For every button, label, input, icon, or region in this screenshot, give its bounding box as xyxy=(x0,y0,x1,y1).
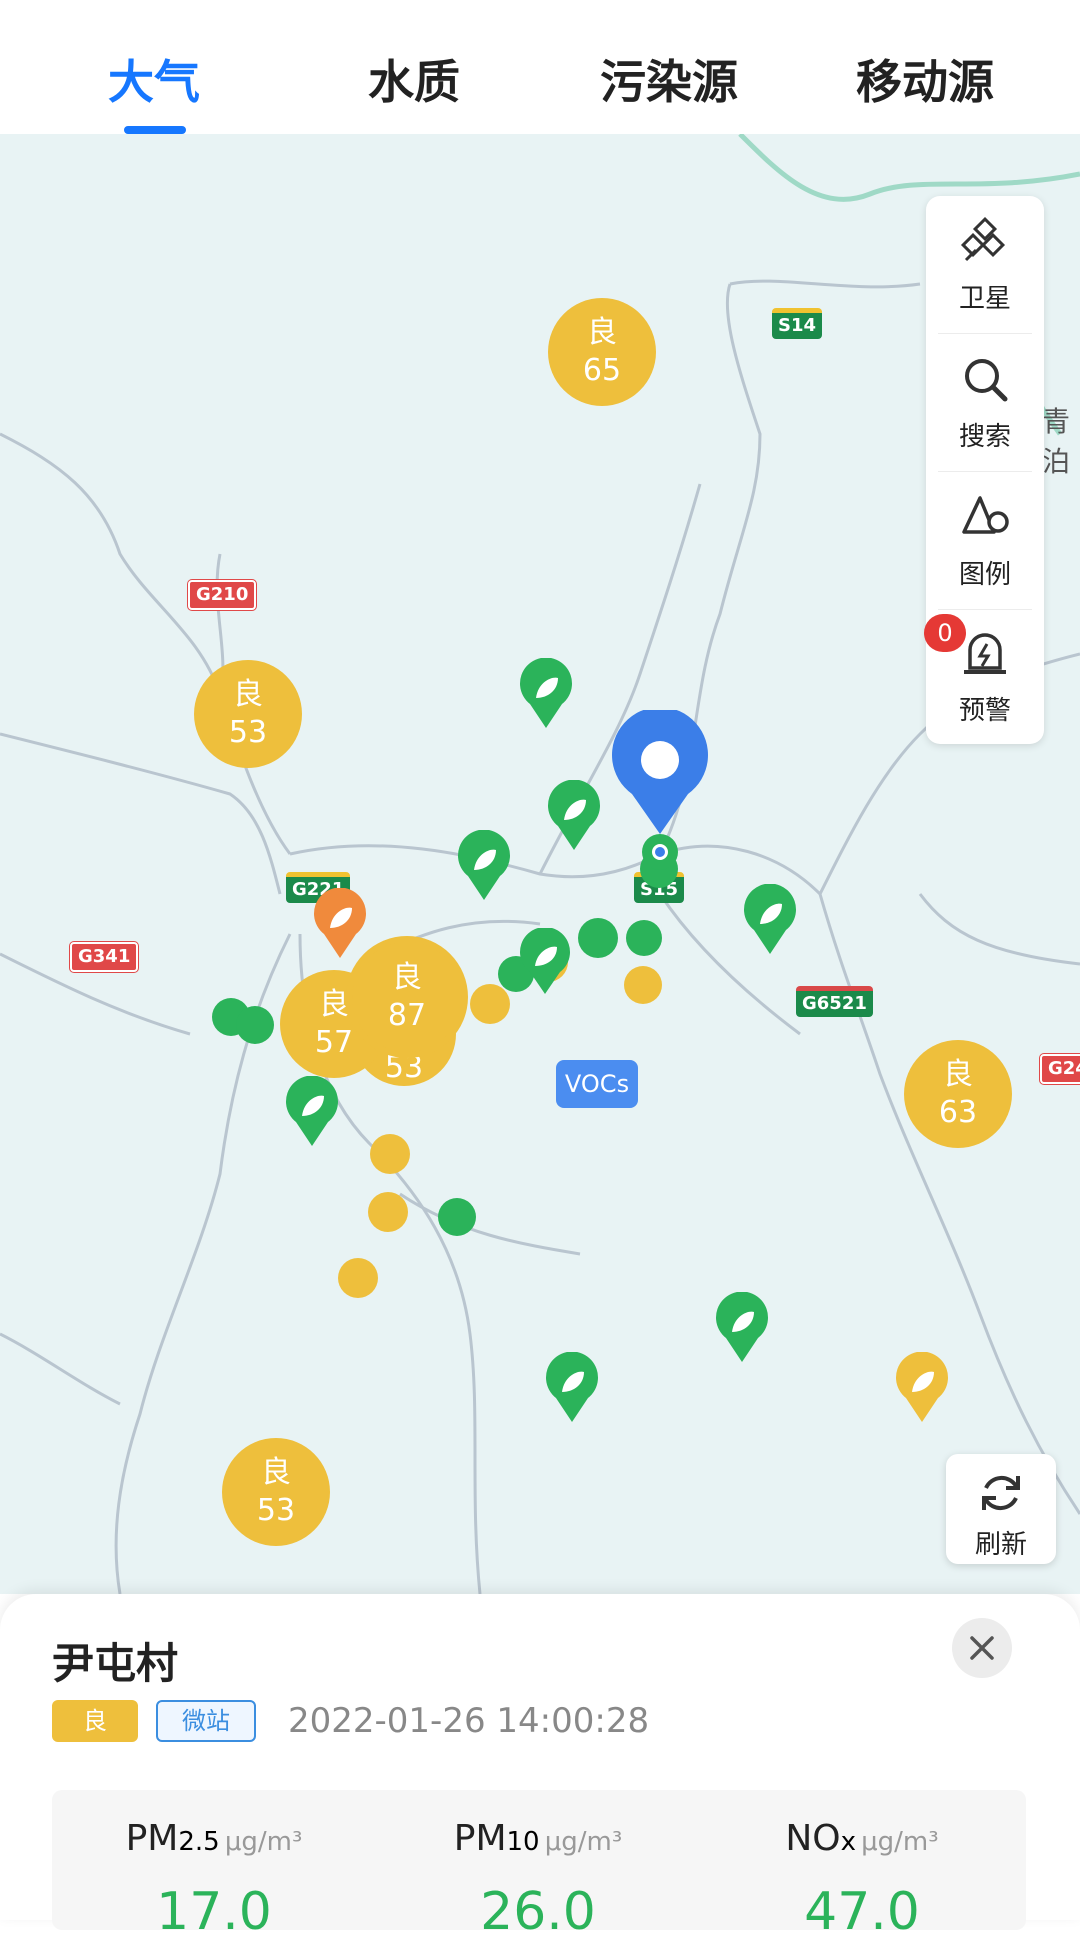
station-dot[interactable] xyxy=(338,1258,378,1298)
metrics-panel: PM2.5 μg/m³ 17.0 PM10 μg/m³ 26.0 NOx μg/… xyxy=(52,1790,1026,1942)
station-dot[interactable] xyxy=(578,918,618,958)
metric-nox-value: 47.0 xyxy=(804,1882,920,1942)
aqi-cluster[interactable]: 良 63 xyxy=(904,1040,1012,1148)
excellent-station-pin[interactable] xyxy=(518,658,574,728)
legend-button[interactable]: 图例 xyxy=(926,472,1044,609)
road-label-s14: S14 xyxy=(772,308,823,339)
satellite-label: 卫星 xyxy=(958,284,1011,314)
road-label-g24: G24 xyxy=(1040,1054,1080,1084)
refresh-button[interactable]: 刷新 xyxy=(946,1454,1056,1564)
metric-pm25: PM2.5 μg/m³ xyxy=(125,1818,303,1859)
good-station-pin[interactable] xyxy=(894,1352,950,1422)
excellent-station-pin[interactable] xyxy=(518,928,572,994)
map-view[interactable]: 青泊 S14 G210 G221 G341 S15 G6521 G24 良65 … xyxy=(0,134,1080,1594)
search-icon xyxy=(965,359,1008,402)
excellent-station-pin[interactable] xyxy=(546,780,602,850)
excellent-station-pin[interactable] xyxy=(284,1076,340,1146)
search-label: 搜索 xyxy=(958,422,1011,452)
aqi-cluster[interactable]: 良53 xyxy=(222,1438,330,1546)
legend-icon xyxy=(962,496,1009,534)
top-tab-bar: 大气 水质 污染源 移动源 xyxy=(0,0,1080,134)
metric-pm25-value: 17.0 xyxy=(156,1882,272,1942)
tab-mobile-source[interactable]: 移动源 xyxy=(856,46,994,112)
tab-pollution-source[interactable]: 污染源 xyxy=(600,46,738,112)
excellent-station-pin[interactable] xyxy=(544,1352,600,1422)
close-button[interactable] xyxy=(952,1618,1012,1678)
station-dot[interactable] xyxy=(370,1134,410,1174)
refresh-label: 刷新 xyxy=(974,1530,1027,1560)
road-label-g341: G341 xyxy=(70,942,139,972)
station-detail-sheet: 尹屯村 良 微站 2022-01-26 14:00:28 PM2.5 μg/m³… xyxy=(0,1594,1080,1942)
alert-count-badge: 0 xyxy=(924,614,966,652)
station-name: 尹屯村 xyxy=(52,1639,179,1688)
metric-pm10: PM10 μg/m³ xyxy=(453,1818,623,1859)
road-label-g210: G210 xyxy=(188,580,257,610)
aqi-cluster[interactable]: 良 65 xyxy=(548,298,656,406)
tab-water-quality[interactable]: 水质 xyxy=(368,46,460,112)
vocs-station-label[interactable]: VOCs xyxy=(556,1060,638,1108)
legend-label: 图例 xyxy=(958,560,1011,590)
road-label-g6521: G6521 xyxy=(796,986,873,1017)
search-button[interactable]: 搜索 xyxy=(926,334,1044,471)
satellite-button[interactable]: 卫星 xyxy=(926,196,1044,333)
metric-nox: NOx μg/m³ xyxy=(785,1818,939,1859)
excellent-station-pin[interactable] xyxy=(742,884,798,954)
metric-pm10-value: 26.0 xyxy=(480,1882,596,1942)
aqi-cluster[interactable]: 良 87 xyxy=(352,942,462,1052)
station-type-tag: 微站 xyxy=(156,1700,256,1742)
satellite-icon xyxy=(960,216,1006,262)
alarm-icon xyxy=(964,633,1006,674)
station-dot[interactable] xyxy=(236,1006,274,1044)
tab-atmosphere[interactable]: 大气 xyxy=(108,46,200,112)
station-dot[interactable] xyxy=(624,966,662,1004)
alert-label: 预警 xyxy=(958,696,1011,726)
excellent-station-pin[interactable] xyxy=(456,830,512,900)
active-tab-indicator xyxy=(124,126,186,134)
map-toolbar: 卫星 搜索 图例 预警 xyxy=(926,196,1044,744)
refresh-icon xyxy=(982,1475,1020,1511)
station-dot[interactable] xyxy=(626,920,662,956)
moderate-station-pin[interactable] xyxy=(312,888,368,958)
station-dot[interactable] xyxy=(470,984,510,1024)
close-icon xyxy=(970,1636,994,1660)
update-timestamp: 2022-01-26 14:00:28 xyxy=(288,1701,650,1741)
grade-tag: 良 xyxy=(52,1700,138,1742)
map-place-label: 青泊 xyxy=(1042,405,1071,478)
station-dot[interactable] xyxy=(438,1198,476,1236)
aqi-cluster[interactable]: 良53 xyxy=(194,660,302,768)
selected-location-pin[interactable] xyxy=(610,710,710,874)
excellent-station-pin[interactable] xyxy=(714,1292,770,1362)
station-dot[interactable] xyxy=(368,1192,408,1232)
